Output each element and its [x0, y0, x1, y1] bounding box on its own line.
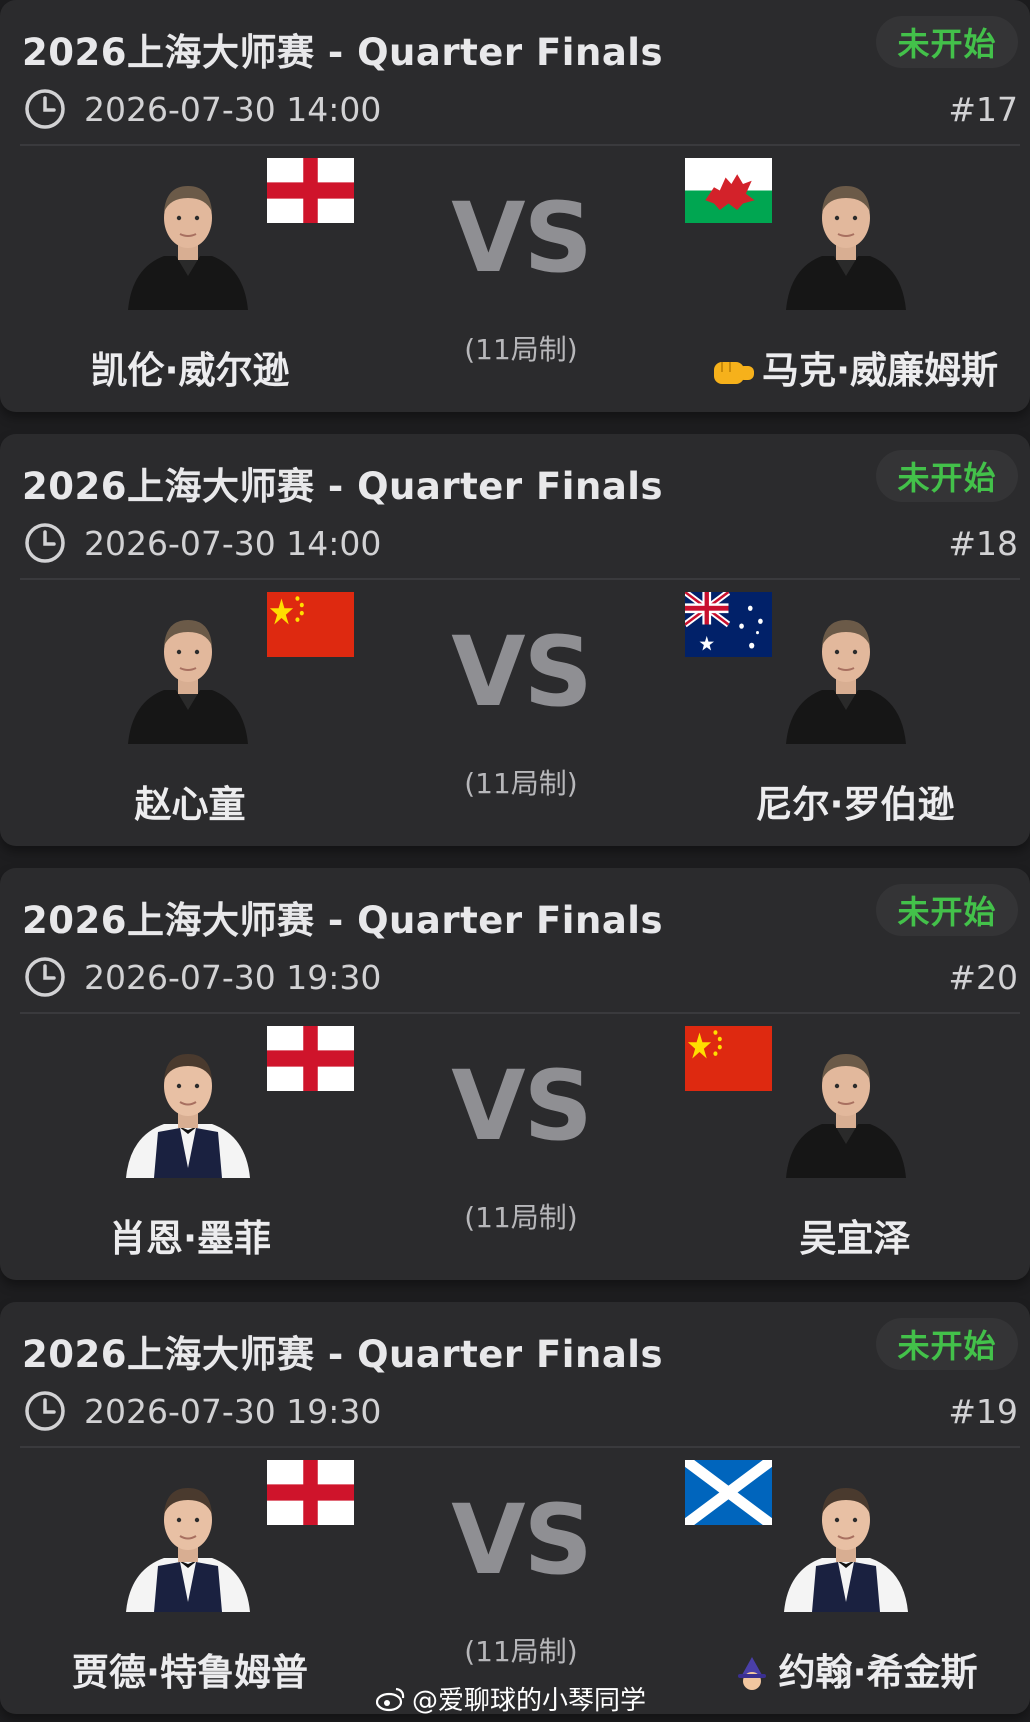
divider [20, 144, 1020, 146]
match-format: (11局制) [464, 333, 578, 366]
fist-emoji-icon [713, 361, 754, 384]
clock-icon [25, 957, 65, 997]
player-avatar-left[interactable] [118, 594, 258, 744]
match-datetime: 2026-07-30 19:30 [84, 1392, 382, 1431]
match-title: 2026上海大师赛 - Quarter Finals [22, 31, 663, 74]
player-name-left[interactable]: 凯伦·威尔逊 [40, 340, 340, 394]
player-name-right: 约翰·希金斯 [778, 1651, 978, 1694]
player-name-left[interactable]: 赵心童 [40, 774, 340, 828]
england-flag-icon [267, 1026, 354, 1091]
player-avatar-left[interactable] [118, 1462, 258, 1612]
australia-flag-icon [685, 592, 772, 657]
match-title: 2026上海大师赛 - Quarter Finals [22, 465, 663, 508]
match-format: (11局制) [464, 1201, 578, 1234]
vs-label: VS [451, 182, 592, 294]
status-badge: 未开始 [876, 450, 1018, 502]
match-number: #18 [948, 524, 1018, 563]
match-format: (11局制) [464, 767, 578, 800]
match-format: (11局制) [464, 1635, 578, 1668]
player-avatar-left[interactable] [118, 160, 258, 310]
match-card[interactable]: 2026上海大师赛 - Quarter Finals 未开始 2026-07-3… [0, 1302, 1030, 1714]
player-avatar-right[interactable] [776, 594, 916, 744]
england-flag-icon [267, 158, 354, 223]
watermark: @爱聊球的小琴同学 [376, 1680, 646, 1717]
watermark-text: @爱聊球的小琴同学 [412, 1686, 647, 1716]
match-datetime: 2026-07-30 14:00 [84, 90, 382, 129]
status-badge: 未开始 [876, 884, 1018, 936]
weibo-icon [376, 1687, 405, 1711]
clock-icon [25, 1391, 65, 1431]
match-card[interactable]: 2026上海大师赛 - Quarter Finals 未开始 2026-07-3… [0, 868, 1030, 1280]
status-badge: 未开始 [876, 1318, 1018, 1370]
match-number: #20 [948, 958, 1018, 997]
match-number: #17 [948, 90, 1018, 129]
player-name-right[interactable]: 吴宜泽 [690, 1208, 1020, 1262]
scotland-flag-icon [685, 1460, 772, 1525]
status-badge: 未开始 [876, 16, 1018, 68]
player-avatar-right[interactable] [776, 1028, 916, 1178]
match-datetime: 2026-07-30 19:30 [84, 958, 382, 997]
wizard-emoji-icon [738, 1656, 767, 1690]
divider [20, 1012, 1020, 1014]
match-datetime: 2026-07-30 14:00 [84, 524, 382, 563]
player-name-left[interactable]: 肖恩·墨菲 [40, 1208, 340, 1262]
player-name-right: 马克·威廉姆斯 [761, 349, 999, 392]
match-card[interactable]: 2026上海大师赛 - Quarter Finals 未开始 2026-07-3… [0, 0, 1030, 412]
player-avatar-right[interactable] [776, 1462, 916, 1612]
match-number: #19 [948, 1392, 1018, 1431]
vs-label: VS [451, 1050, 592, 1162]
clock-icon [25, 523, 65, 563]
player-avatar-left[interactable] [118, 1028, 258, 1178]
china-flag-icon [685, 1026, 772, 1091]
clock-icon [25, 89, 65, 129]
divider [20, 1446, 1020, 1448]
china-flag-icon [267, 592, 354, 657]
player-name-right-wrap[interactable]: 约翰·希金斯 [690, 1642, 1020, 1696]
vs-label: VS [451, 1484, 592, 1596]
player-avatar-right[interactable] [776, 160, 916, 310]
match-title: 2026上海大师赛 - Quarter Finals [22, 899, 663, 942]
match-title: 2026上海大师赛 - Quarter Finals [22, 1333, 663, 1376]
england-flag-icon [267, 1460, 354, 1525]
wales-flag-icon [685, 158, 772, 223]
match-card[interactable]: 2026上海大师赛 - Quarter Finals 未开始 2026-07-3… [0, 434, 1030, 846]
player-name-right[interactable]: 尼尔·罗伯逊 [690, 774, 1020, 828]
player-name-left[interactable]: 贾德·特鲁姆普 [40, 1642, 340, 1696]
player-name-right-wrap[interactable]: 马克·威廉姆斯 [690, 340, 1020, 394]
vs-label: VS [451, 616, 592, 728]
divider [20, 578, 1020, 580]
